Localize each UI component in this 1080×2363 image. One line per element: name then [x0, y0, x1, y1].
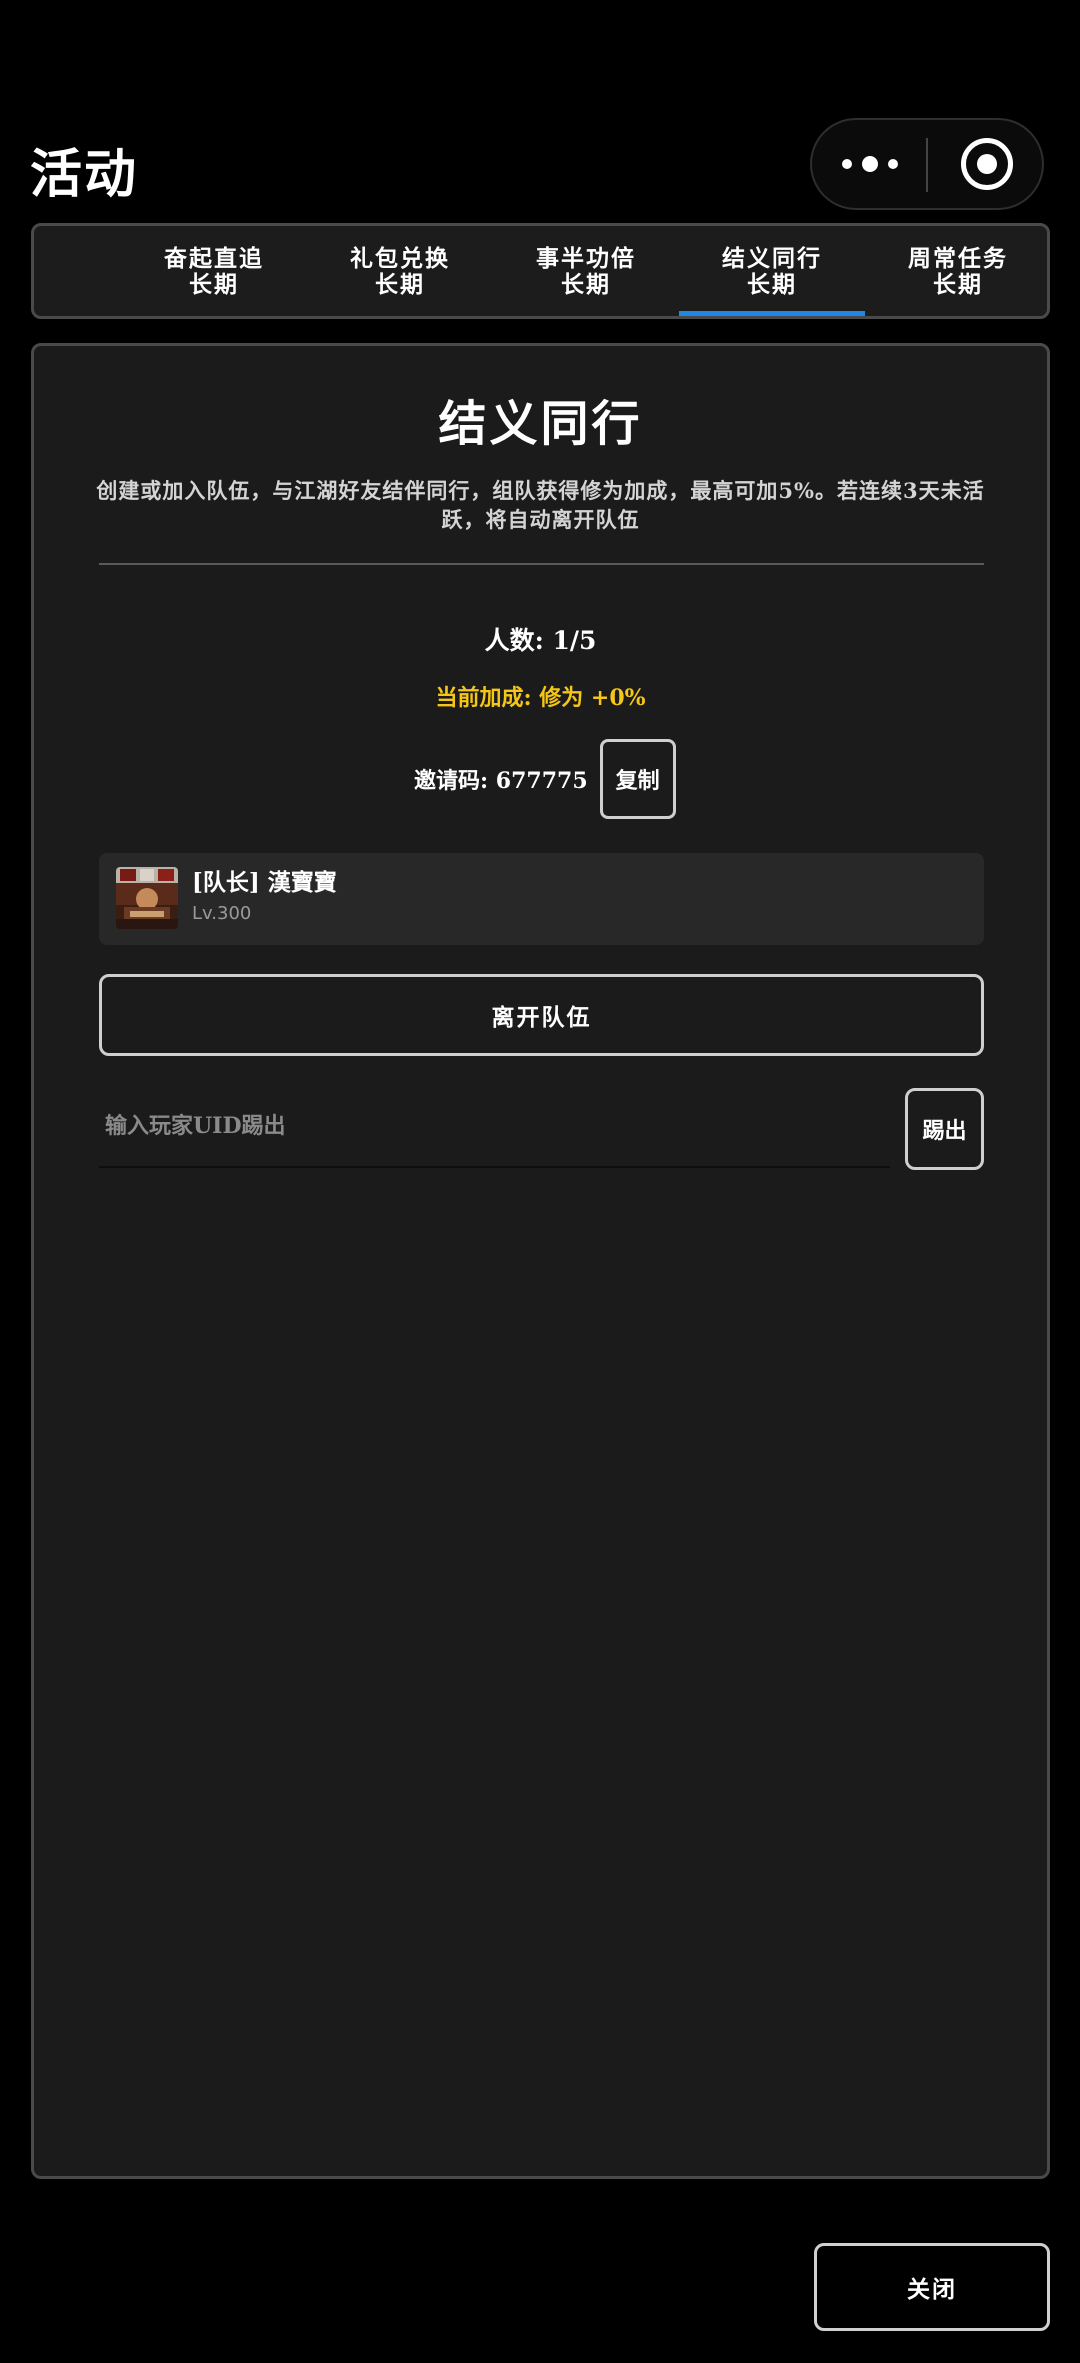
kick-uid-input[interactable]	[99, 1088, 890, 1164]
tab-weekly-tasks[interactable]: 周常任务 长期	[865, 226, 1047, 316]
tab-label: 奋起直追	[164, 245, 264, 272]
invite-code: 邀请码: 677775	[414, 768, 588, 794]
tab-gift-redeem[interactable]: 礼包兑换 长期	[307, 226, 493, 316]
tab-period: 长期	[561, 271, 611, 298]
divider	[99, 563, 984, 565]
activity-panel: 结义同行 创建或加入队伍，与江湖好友结伴同行，组队获得修为加成，最高可加5%。若…	[31, 343, 1050, 2179]
tab-period: 长期	[375, 271, 425, 298]
more-dots-icon[interactable]	[842, 120, 898, 208]
panel-title: 结义同行	[438, 396, 643, 452]
kick-input-wrapper	[99, 1088, 890, 1168]
tab-period: 长期	[933, 271, 983, 298]
member-name: [队长] 漢寶寶	[192, 869, 337, 896]
active-tab-indicator	[679, 311, 865, 316]
current-bonus: 当前加成: 修为 +0%	[435, 685, 646, 711]
member-count: 人数: 1/5	[484, 626, 597, 655]
tab-label: 结义同行	[722, 245, 822, 272]
tab-label: 事半功倍	[536, 245, 636, 272]
tab-label: 周常任务	[908, 245, 1008, 272]
mini-program-capsule	[810, 118, 1044, 210]
invite-row: 邀请码: 677775 复制	[414, 739, 676, 819]
tab-label: 礼包兑换	[350, 245, 450, 272]
kick-button[interactable]: 踢出	[905, 1088, 984, 1170]
tab-label: 签到	[34, 246, 100, 272]
tab-period: 期	[34, 272, 100, 298]
member-level: Lv.300	[192, 903, 252, 924]
leave-team-button[interactable]: 离开队伍	[99, 974, 984, 1056]
member-card: [队长] 漢寶寶 Lv.300	[99, 853, 984, 945]
page-title: 活动	[30, 144, 139, 205]
target-circle-icon[interactable]	[961, 138, 1013, 190]
tab-period: 长期	[747, 271, 797, 298]
capsule-divider	[926, 138, 928, 192]
close-button[interactable]: 关闭	[814, 2243, 1050, 2331]
panel-description: 创建或加入队伍，与江湖好友结伴同行，组队获得修为加成，最高可加5%。若连续3天未…	[96, 478, 985, 532]
tab-double-effort[interactable]: 事半功倍 长期	[493, 226, 679, 316]
activity-tabs: 签到 期 奋起直追 长期 礼包兑换 长期 事半功倍 长期 结义同行 长期 周常任…	[31, 223, 1050, 319]
avatar	[116, 867, 178, 929]
tab-sworn-brotherhood[interactable]: 结义同行 长期	[679, 226, 865, 316]
tab-sign-in[interactable]: 签到 期	[34, 226, 100, 316]
tab-catch-up[interactable]: 奋起直追 长期	[121, 226, 307, 316]
copy-button[interactable]: 复制	[599, 739, 676, 819]
tab-period: 长期	[189, 271, 239, 298]
